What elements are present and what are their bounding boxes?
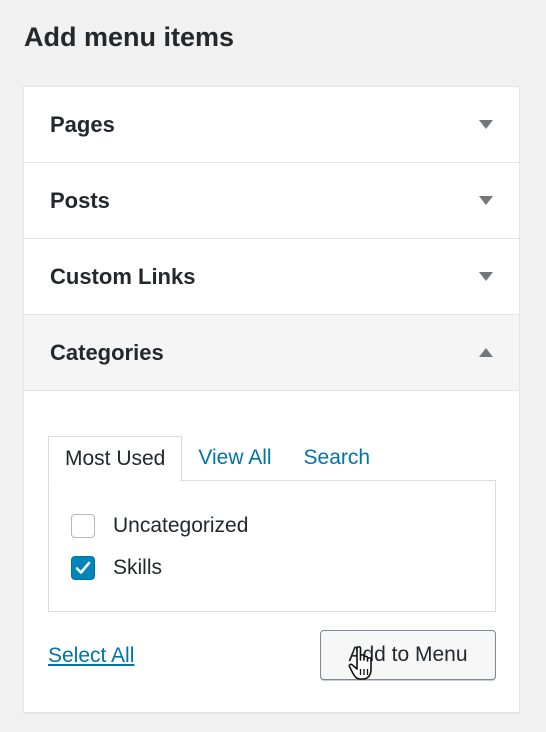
section-categories[interactable]: Categories bbox=[24, 315, 519, 391]
tab-view-all[interactable]: View All bbox=[182, 435, 287, 481]
page-heading: Add menu items bbox=[24, 22, 235, 52]
checkmark-icon bbox=[75, 561, 91, 574]
categories-content: Most Used View All Search Uncategorized … bbox=[24, 391, 519, 713]
checkbox[interactable] bbox=[71, 514, 95, 538]
hand-pointer-cursor-icon bbox=[348, 646, 372, 680]
category-item-uncategorized[interactable]: Uncategorized bbox=[71, 514, 248, 538]
tab-most-used[interactable]: Most Used bbox=[48, 436, 183, 482]
triangle-down-icon bbox=[479, 196, 493, 205]
triangle-down-icon bbox=[479, 272, 493, 281]
section-posts[interactable]: Posts bbox=[24, 163, 519, 239]
select-all-link[interactable]: Select All bbox=[48, 644, 134, 668]
checkbox[interactable] bbox=[71, 556, 95, 580]
category-label: Uncategorized bbox=[113, 514, 249, 537]
category-checklist: Uncategorized Skills bbox=[48, 480, 496, 612]
section-pages[interactable]: Pages bbox=[24, 87, 519, 163]
category-tabs: Most Used View All Search bbox=[48, 435, 387, 482]
menu-items-panel: Pages Posts Custom Links Categories Most… bbox=[23, 86, 520, 713]
add-to-menu-button[interactable]: Add to Menu bbox=[320, 630, 496, 680]
tab-search[interactable]: Search bbox=[288, 435, 387, 481]
section-title: Categories bbox=[50, 339, 164, 365]
section-title: Pages bbox=[50, 111, 115, 137]
section-title: Posts bbox=[50, 187, 110, 213]
section-custom-links[interactable]: Custom Links bbox=[24, 239, 519, 315]
section-title: Custom Links bbox=[50, 263, 196, 289]
triangle-down-icon bbox=[479, 120, 493, 129]
category-label: Skills bbox=[113, 556, 163, 579]
triangle-up-icon bbox=[479, 348, 493, 357]
category-item-skills[interactable]: Skills bbox=[71, 556, 162, 580]
